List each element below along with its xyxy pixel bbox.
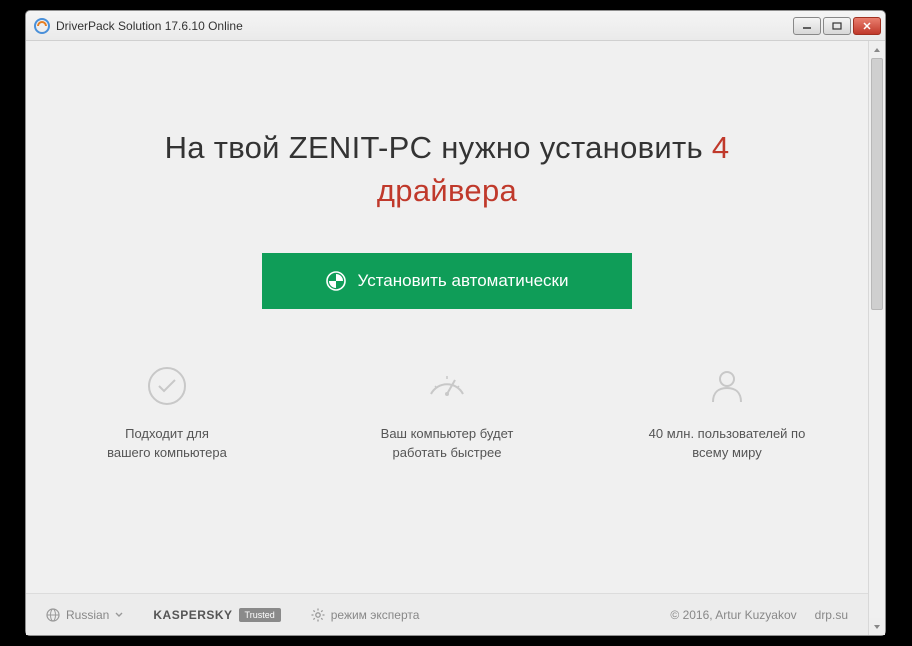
chevron-down-icon <box>115 612 123 618</box>
window-controls <box>793 17 881 35</box>
scroll-down-button[interactable] <box>869 618 885 635</box>
feature-text-line1: Ваш компьютер будет <box>381 426 514 441</box>
scrollbar-thumb[interactable] <box>871 58 883 310</box>
language-selector[interactable]: Russian <box>46 608 123 622</box>
headline-count: 4 <box>712 130 730 165</box>
scroll-up-button[interactable] <box>869 41 885 58</box>
scrollbar-track[interactable] <box>869 58 885 618</box>
site-link[interactable]: drp.su <box>815 608 848 622</box>
close-button[interactable] <box>853 17 881 35</box>
install-icon <box>326 271 346 291</box>
gauge-icon <box>425 364 469 408</box>
feature-compatible: Подходит для вашего компьютера <box>67 364 267 463</box>
checkmark-circle-icon <box>145 364 189 408</box>
headline: На твой ZENIT-PC нужно установить 4 драй… <box>165 126 730 213</box>
expert-mode-label: режим эксперта <box>331 608 420 622</box>
expert-mode-link[interactable]: режим эксперта <box>311 608 420 622</box>
headline-suffix: драйвера <box>377 173 517 208</box>
install-button-label: Установить автоматически <box>358 271 569 291</box>
headline-middle: нужно установить <box>432 130 712 165</box>
copyright-text: © 2016, Artur Kuzyakov <box>670 608 796 622</box>
feature-text-line2: работать быстрее <box>393 445 502 460</box>
trusted-badge: Trusted <box>239 608 281 622</box>
headline-prefix: На твой <box>165 130 289 165</box>
kaspersky-label: KASPERSKY <box>153 608 232 622</box>
window-title: DriverPack Solution 17.6.10 Online <box>56 19 793 33</box>
kaspersky-trusted: KASPERSKY Trusted <box>153 608 280 622</box>
headline-pcname: ZENIT-PC <box>289 130 433 165</box>
feature-text-line2: всему миру <box>692 445 761 460</box>
features-row: Подходит для вашего компьютера <box>26 364 868 463</box>
main-area: На твой ZENIT-PC нужно установить 4 драй… <box>26 41 868 635</box>
globe-icon <box>46 608 60 622</box>
maximize-button[interactable] <box>823 17 851 35</box>
language-label: Russian <box>66 608 109 622</box>
gear-icon <box>311 608 325 622</box>
feature-faster: Ваш компьютер будет работать быстрее <box>347 364 547 463</box>
vertical-scrollbar[interactable] <box>868 41 885 635</box>
minimize-button[interactable] <box>793 17 821 35</box>
app-icon <box>34 18 50 34</box>
titlebar: DriverPack Solution 17.6.10 Online <box>26 11 885 41</box>
feature-text-line1: Подходит для <box>125 426 209 441</box>
feature-users: 40 млн. пользователей по всему миру <box>627 364 827 463</box>
footer: Russian KASPERSKY Trusted <box>26 593 868 635</box>
app-window: DriverPack Solution 17.6.10 Online На тв… <box>25 10 886 636</box>
user-icon <box>705 364 749 408</box>
feature-text-line2: вашего компьютера <box>107 445 227 460</box>
content-area: На твой ZENIT-PC нужно установить 4 драй… <box>26 41 885 635</box>
install-auto-button[interactable]: Установить автоматически <box>262 253 632 309</box>
feature-text-line1: 40 млн. пользователей по <box>649 426 806 441</box>
